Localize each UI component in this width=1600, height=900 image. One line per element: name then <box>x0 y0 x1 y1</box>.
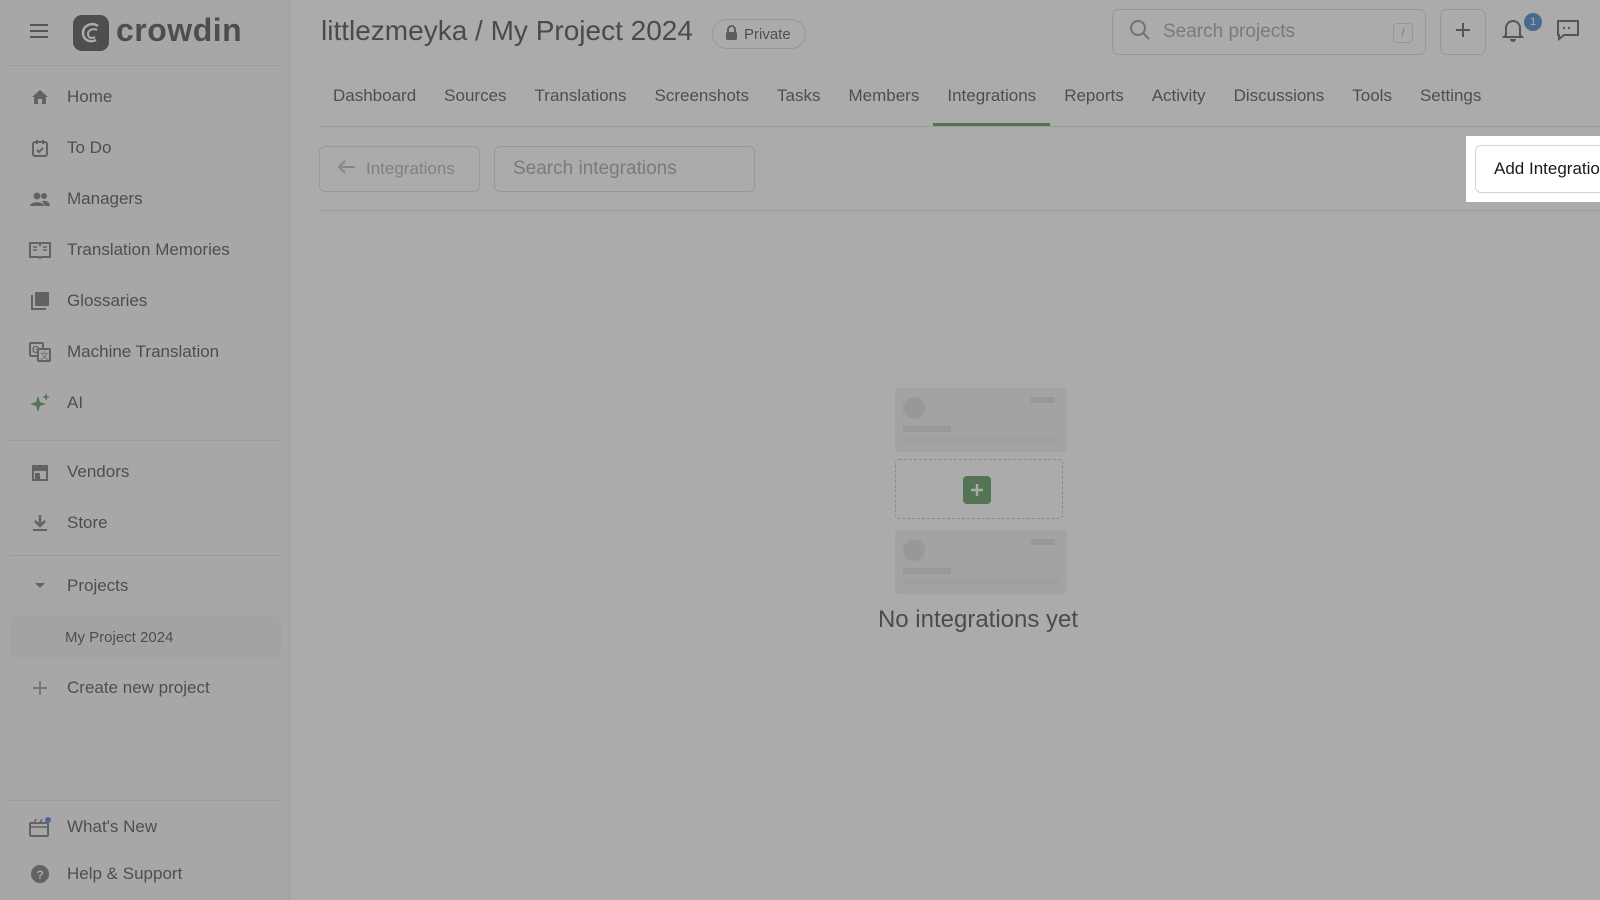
sidebar-item-store[interactable]: Store <box>9 502 281 544</box>
sidebar-divider <box>9 555 281 556</box>
translate-icon: G文 <box>29 341 51 363</box>
placeholder-app-icon <box>903 539 925 561</box>
sidebar-item-label: Machine Translation <box>67 342 220 361</box>
tab-tools[interactable]: Tools <box>1338 76 1406 126</box>
home-icon <box>29 86 51 108</box>
sidebar-item-label: Home <box>67 87 113 106</box>
people-icon <box>29 188 51 210</box>
sidebar-item-help[interactable]: ? Help & Support <box>9 853 281 895</box>
sidebar-item-label: Projects <box>67 576 129 595</box>
sparkle-icon <box>29 392 51 414</box>
tabs-divider <box>319 126 1600 127</box>
project-tabs: Dashboard Sources Translations Screensho… <box>319 76 1495 126</box>
calendar-check-icon <box>29 137 51 159</box>
sidebar-item-create-project[interactable]: Create new project <box>9 667 281 709</box>
add-integration-plus-icon[interactable] <box>963 476 991 504</box>
chat-icon <box>1556 20 1580 46</box>
sidebar-item-label: Translation Memories <box>67 240 230 259</box>
toolbar-divider <box>319 210 1600 211</box>
lock-icon <box>725 24 738 44</box>
shortcut-hint: / <box>1393 23 1413 43</box>
library-icon <box>29 290 51 312</box>
sidebar-item-label: Create new project <box>67 678 210 697</box>
integrations-search[interactable] <box>494 146 755 192</box>
download-icon <box>29 512 51 534</box>
back-to-integrations-button[interactable]: Integrations <box>319 146 480 192</box>
plus-icon <box>1454 21 1472 44</box>
tab-discussions[interactable]: Discussions <box>1220 76 1339 126</box>
svg-text:?: ? <box>37 868 44 882</box>
sidebar-item-label: Managers <box>67 189 143 208</box>
notification-count-badge: 1 <box>1524 13 1542 31</box>
bell-icon <box>1501 20 1525 46</box>
placeholder-card <box>895 530 1067 594</box>
sidebar-item-label: Glossaries <box>67 291 148 310</box>
sidebar-item-todo[interactable]: To Do <box>9 127 281 169</box>
hamburger-menu-icon[interactable] <box>26 20 52 44</box>
create-button[interactable] <box>1440 9 1486 55</box>
page-title: littlezmeyka / My Project 2024 <box>321 15 693 46</box>
tab-tasks[interactable]: Tasks <box>763 76 834 126</box>
search-icon <box>1129 19 1151 46</box>
tab-translations[interactable]: Translations <box>521 76 641 126</box>
sidebar-item-label: To Do <box>67 138 112 157</box>
sidebar-item-whats-new[interactable]: What's New <box>9 806 281 848</box>
sidebar-item-glossaries[interactable]: Glossaries <box>9 280 281 322</box>
logo-row: crowdin <box>0 0 290 65</box>
sidebar-item-label: My Project 2024 <box>65 628 174 646</box>
sidebar-divider <box>9 440 281 441</box>
tab-members[interactable]: Members <box>834 76 933 126</box>
search-input[interactable] <box>1163 21 1373 43</box>
book-icon <box>29 239 51 261</box>
sidebar-item-managers[interactable]: Managers <box>9 178 281 220</box>
placeholder-app-icon <box>903 397 925 419</box>
sidebar-item-machine-translation[interactable]: G文 Machine Translation <box>9 331 281 373</box>
project-search[interactable]: / <box>1112 9 1426 55</box>
sidebar-item-label: Store <box>67 513 108 532</box>
sidebar-item-ai[interactable]: AI <box>9 382 281 424</box>
tab-sources[interactable]: Sources <box>430 76 520 126</box>
sidebar-item-label: Help & Support <box>67 864 183 883</box>
whats-new-icon <box>29 816 51 838</box>
arrow-left-icon <box>337 159 356 179</box>
plus-icon <box>29 677 51 699</box>
back-button-label: Integrations <box>366 159 455 178</box>
sidebar-divider <box>9 800 281 801</box>
logo-text[interactable]: crowdin <box>116 12 242 49</box>
sidebar-item-my-project[interactable]: My Project 2024 <box>9 616 281 658</box>
messages-button[interactable] <box>1556 18 1586 46</box>
crowdin-logo-icon[interactable] <box>73 15 109 51</box>
sidebar-item-home[interactable]: Home <box>9 76 281 118</box>
sidebar-item-projects[interactable]: Projects <box>9 565 281 607</box>
tab-integrations[interactable]: Integrations <box>933 76 1051 126</box>
integrations-search-input[interactable] <box>513 147 743 191</box>
storefront-icon <box>29 461 51 483</box>
sidebar-item-label: Vendors <box>67 462 130 481</box>
sidebar-divider <box>9 65 281 66</box>
tab-activity[interactable]: Activity <box>1138 76 1220 126</box>
visibility-badge[interactable]: Private <box>712 19 806 49</box>
add-integration-button[interactable]: Add Integration <box>1475 145 1600 193</box>
placeholder-card <box>895 388 1067 452</box>
caret-down-icon <box>29 575 51 597</box>
tab-reports[interactable]: Reports <box>1050 76 1138 126</box>
visibility-label: Private <box>744 25 791 43</box>
sidebar-item-vendors[interactable]: Vendors <box>9 451 281 493</box>
sidebar-item-translation-memories[interactable]: Translation Memories <box>9 229 281 271</box>
tab-dashboard[interactable]: Dashboard <box>319 76 430 126</box>
svg-text:文: 文 <box>40 350 49 361</box>
sidebar: crowdin Home To Do Managers Translation … <box>0 0 290 900</box>
tab-screenshots[interactable]: Screenshots <box>641 76 764 126</box>
empty-state-message: No integrations yet <box>877 606 1079 633</box>
tab-settings[interactable]: Settings <box>1406 76 1495 126</box>
sidebar-item-label: What's New <box>67 817 158 836</box>
help-icon: ? <box>29 863 51 885</box>
sidebar-item-label: AI <box>67 393 84 412</box>
